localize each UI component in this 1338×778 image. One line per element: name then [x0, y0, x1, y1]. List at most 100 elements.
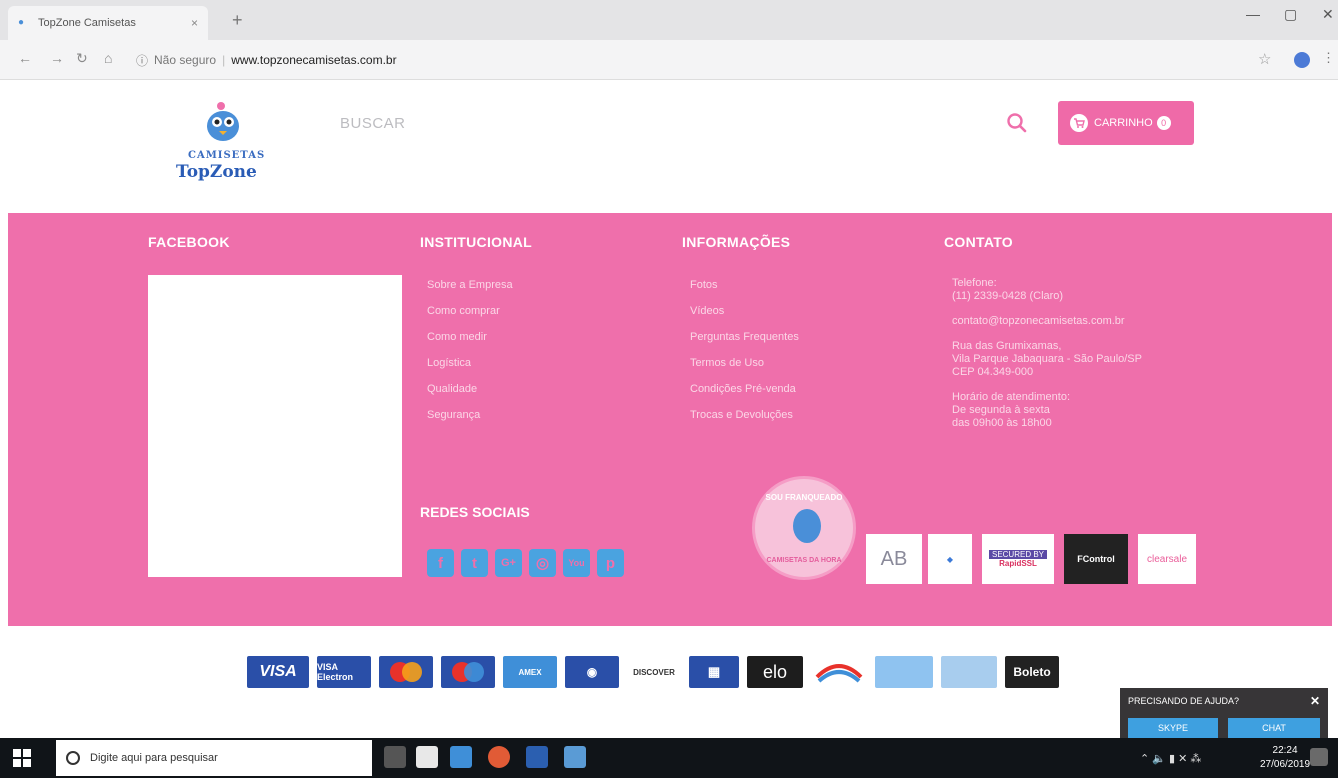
back-icon[interactable]: ← — [18, 50, 32, 66]
mascot-icon — [793, 509, 821, 543]
seal-rapidssl[interactable]: SECURED BY RapidSSL — [982, 534, 1054, 584]
chat-button[interactable]: CHAT — [1228, 718, 1320, 738]
search-input[interactable] — [340, 112, 1000, 134]
seal-fcontrol[interactable]: FControl — [1064, 534, 1128, 584]
link-videos[interactable]: Vídeos — [690, 303, 799, 329]
help-chat-widget: PRECISANDO DE AJUDA? ✕ SKYPE CHAT — [1120, 688, 1328, 744]
cart-icon — [1070, 114, 1088, 132]
address-line-2: Vila Parque Jabaquara - São Paulo/SP — [952, 353, 1142, 365]
visa-electron-logo: VISA Electron — [317, 656, 371, 688]
link-fotos[interactable]: Fotos — [690, 277, 799, 303]
phone-label: Telefone: — [952, 277, 997, 289]
tab-close-icon[interactable]: × — [191, 16, 198, 30]
boleto-logo: Boleto — [1005, 656, 1059, 688]
maximize-icon[interactable]: ▢ — [1284, 6, 1297, 23]
bookmark-star-icon[interactable]: ☆ — [1258, 50, 1271, 68]
search-icon[interactable] — [1006, 112, 1028, 134]
link-como-medir[interactable]: Como medir — [427, 329, 513, 355]
home-icon[interactable]: ⌂ — [104, 50, 112, 66]
contact-email[interactable]: contato@topzonecamisetas.com.br — [952, 315, 1125, 327]
link-como-comprar[interactable]: Como comprar — [427, 303, 513, 329]
new-tab-button[interactable]: + — [232, 10, 243, 31]
browser-tab-bar: ● TopZone Camisetas × + — ▢ ✕ — [0, 0, 1338, 40]
facebook-heading: FACEBOOK — [148, 234, 230, 250]
phone-number[interactable]: (11) 2339-0428 (Claro) — [952, 290, 1063, 302]
profile-avatar[interactable] — [1294, 52, 1310, 68]
link-perguntas-frequentes[interactable]: Perguntas Frequentes — [690, 329, 799, 355]
url-text: www.topzonecamisetas.com.br — [231, 53, 397, 67]
discover-logo: DISCOVER — [627, 656, 681, 688]
link-condicoes-pre-venda[interactable]: Condições Pré-venda — [690, 381, 799, 407]
franquia-top-text: SOU FRANQUEADO — [765, 493, 843, 502]
seal-clearsale[interactable]: clearsale — [1138, 534, 1196, 584]
taskbar-clock[interactable]: 22:24 27/06/2019 — [1260, 744, 1310, 772]
ssl-name-text: RapidSSL — [999, 559, 1037, 568]
browser-tab[interactable]: ● TopZone Camisetas × — [8, 6, 208, 40]
link-qualidade[interactable]: Qualidade — [427, 381, 513, 407]
institucional-heading: INSTITUCIONAL — [420, 234, 533, 250]
tab-title: TopZone Camisetas — [38, 17, 136, 29]
favicon-icon: ● — [18, 17, 25, 28]
link-logistica[interactable]: Logística — [427, 355, 513, 381]
word-icon[interactable] — [526, 746, 548, 768]
chat-title: PRECISANDO DE AJUDA? — [1128, 696, 1240, 706]
clock-date: 27/06/2019 — [1260, 759, 1311, 770]
skype-button[interactable]: SKYPE — [1128, 718, 1218, 738]
google-plus-icon[interactable]: G+ — [495, 549, 522, 577]
elo-logo: elo — [747, 656, 803, 688]
menu-kebab-icon[interactable]: ⋮ — [1322, 50, 1335, 66]
skype-label: SKYPE — [1157, 723, 1188, 733]
security-label: Não seguro — [154, 53, 217, 67]
jcb-icon: ▦ — [689, 656, 739, 688]
visa-logo: VISA — [247, 656, 309, 688]
diners-icon: ◉ — [565, 656, 619, 688]
chat-close-icon[interactable]: ✕ — [1310, 694, 1320, 708]
instagram-icon[interactable]: ◎ — [529, 549, 556, 577]
windows-start-icon[interactable] — [12, 748, 32, 768]
bird-mascot-icon — [207, 102, 239, 141]
app-icon[interactable] — [564, 746, 586, 768]
facebook-icon[interactable]: f — [427, 549, 454, 577]
seal-ab[interactable]: AB — [866, 534, 922, 584]
minimize-icon[interactable]: — — [1246, 6, 1260, 22]
photos-app-icon[interactable] — [416, 746, 438, 768]
address-line-1: Rua das Grumixamas, — [952, 340, 1062, 352]
facebook-widget[interactable] — [148, 275, 402, 577]
forward-icon[interactable]: → — [50, 50, 64, 66]
twitter-icon[interactable]: t — [461, 549, 488, 577]
cart-button[interactable]: CARRINHO 0 — [1058, 101, 1194, 145]
task-view-icon[interactable] — [384, 746, 406, 768]
link-termos-uso[interactable]: Termos de Uso — [690, 355, 799, 381]
youtube-icon[interactable]: You — [563, 549, 590, 577]
link-sobre-empresa[interactable]: Sobre a Empresa — [427, 277, 513, 303]
hours-line-2: das 09h00 às 18h00 — [952, 417, 1052, 429]
taskbar-search[interactable]: Digite aqui para pesquisar — [56, 740, 372, 776]
chat-label: CHAT — [1262, 723, 1286, 733]
clock-time: 22:24 — [1272, 745, 1298, 756]
link-seguranca[interactable]: Segurança — [427, 407, 513, 433]
address-line-3: CEP 04.349-000 — [952, 366, 1034, 378]
payment-methods: VISA VISA Electron AMEX ◉ DISCOVER ▦ elo… — [247, 656, 1059, 688]
amex-icon: AMEX — [503, 656, 557, 688]
pinterest-icon[interactable]: p — [597, 549, 624, 577]
link-trocas-devolucoes[interactable]: Trocas e Devoluções — [690, 407, 799, 433]
window-close-icon[interactable]: ✕ — [1322, 6, 1334, 23]
info-icon[interactable]: ⓘ — [136, 52, 148, 69]
chrome-icon[interactable] — [488, 746, 510, 768]
address-bar[interactable]: ⓘ Não seguro | www.topzonecamisetas.com.… — [136, 46, 1236, 74]
site-logo[interactable]: CAMISETAS TopZone — [170, 94, 280, 190]
system-tray-icons[interactable]: ⌃ 🔈 ▮ ✕ ⁂ — [1140, 752, 1201, 765]
file-explorer-icon[interactable] — [450, 746, 472, 768]
notification-icon[interactable] — [1310, 748, 1328, 766]
informacoes-heading: INFORMAÇÕES — [682, 234, 791, 250]
contact-info: Telefone: (11) 2339-0428 (Claro) contato… — [952, 277, 1142, 442]
taskbar-search-text: Digite aqui para pesquisar — [90, 752, 218, 764]
logo-text-topzone: TopZone — [176, 162, 257, 182]
franquia-badge[interactable]: SOU FRANQUEADO CAMISETAS DA HORA — [752, 476, 856, 580]
reload-icon[interactable]: ↻ — [76, 50, 88, 67]
contato-heading: CONTATO — [944, 234, 1013, 250]
social-icons: f t G+ ◎ You p — [427, 549, 624, 577]
hours-line-1: De segunda à sexta — [952, 404, 1050, 416]
seal-ebit-icon[interactable]: ◆ — [928, 534, 972, 584]
maestro-icon — [441, 656, 495, 688]
